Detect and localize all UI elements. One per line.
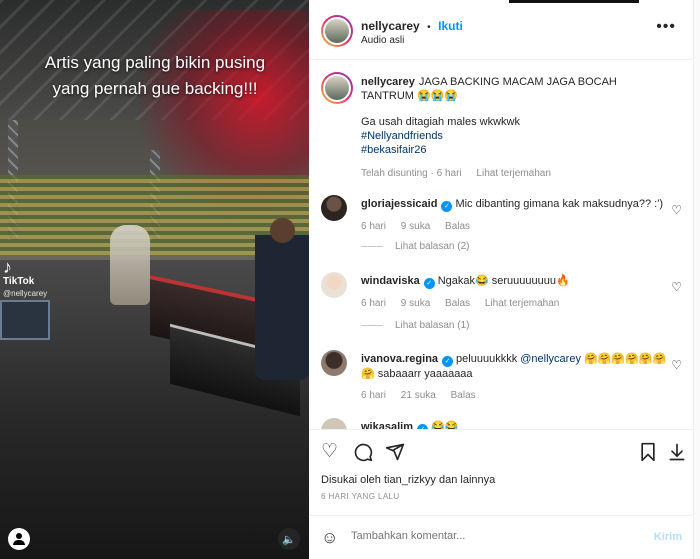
video-overlay-text: Artis yang paling bikin pusing yang pern… (44, 53, 266, 98)
author-avatar[interactable] (321, 15, 353, 47)
translate-link[interactable]: Lihat terjemahan (476, 168, 551, 179)
edited-label: Telah disunting · 6 hari (361, 168, 462, 179)
hashtag[interactable]: #Nellyandfriends (361, 129, 671, 143)
reply-button[interactable]: Balas (451, 390, 476, 401)
commenter-avatar[interactable] (321, 195, 347, 221)
view-replies-button[interactable]: Lihat balasan (1) (361, 320, 470, 331)
verified-icon: ✓ (442, 356, 454, 367)
tiktok-handle: @nellycarey (3, 289, 48, 298)
commenter-avatar[interactable] (321, 418, 347, 429)
comment-item: ivanova.regina ✓ peluuuukkkk @nellycarey 🤗… (321, 350, 686, 420)
verified-icon: ✓ (423, 278, 435, 289)
share-icon[interactable] (385, 442, 405, 467)
follow-button[interactable]: Ikuti (438, 19, 463, 33)
comment-text: peluuuukkkk (456, 353, 518, 365)
caption-line: Ga usah ditagiah males wkwkwk (361, 116, 520, 128)
comment-text: 😂😂 (430, 421, 459, 429)
like-comment-icon[interactable]: ♡ (671, 280, 682, 294)
comment-username[interactable]: wikasalim (361, 421, 413, 429)
speaker-icon[interactable]: 🔈 (278, 528, 300, 550)
verified-icon: ✓ (441, 201, 453, 212)
commenter-avatar[interactable] (321, 272, 347, 298)
post-video[interactable]: Artis yang paling bikin pusing yang pern… (0, 0, 309, 559)
post-date: 6 HARI YANG LALU (321, 492, 400, 501)
post-actions: ♡ Disukai oleh tian_rizkyy dan lainnya 6… (309, 429, 694, 509)
author-username[interactable]: nellycarey (361, 19, 420, 33)
comment-item: gloriajessicaid ✓ Mic dibanting gimana kak… (321, 195, 686, 265)
comment-text: Ngakak😂 seruuuuuuuu🔥 (437, 275, 570, 287)
commenter-avatar[interactable] (321, 350, 347, 376)
tiktok-logo-icon: ♪ (3, 257, 12, 277)
comment-input[interactable] (351, 530, 631, 542)
hashtag[interactable]: #bekasifair26 (361, 143, 671, 157)
audio-label[interactable]: Audio asli (361, 35, 404, 46)
more-icon[interactable]: ••• (656, 18, 676, 36)
keyboard-player (255, 210, 309, 380)
comment-username[interactable]: gloriajessicaid (361, 198, 437, 210)
caption-username[interactable]: nellycarey (361, 76, 415, 88)
like-comment-icon[interactable]: ♡ (671, 203, 682, 217)
equipment-case (0, 300, 50, 340)
save-icon[interactable] (639, 442, 657, 467)
likes-summary[interactable]: Disukai oleh tian_rizkyy dan lainnya (321, 474, 495, 486)
comment-item: windaviska ✓ Ngakak😂 seruuuuuuuu🔥 6 hari 9… (321, 272, 686, 342)
post-panel: nellycarey • Ikuti Audio asli ••• nellyc… (309, 0, 700, 559)
post-header: nellycarey • Ikuti Audio asli ••• (309, 0, 694, 60)
tiktok-watermark: ♪ TikTok @nellycarey (3, 258, 47, 298)
comment-username[interactable]: ivanova.regina (361, 353, 438, 365)
comments-list[interactable]: nellycarey JAGA BACKING MACAM JAGA BOCAH … (309, 60, 694, 429)
view-replies-button[interactable]: Lihat balasan (2) (361, 241, 470, 252)
tiktok-brand: TikTok (3, 276, 35, 287)
dot-separator: • (427, 22, 431, 33)
comment-username[interactable]: windaviska (361, 275, 420, 287)
comment-item: wikasalim✓😂😂 (321, 418, 686, 429)
like-icon[interactable]: ♡ (321, 442, 338, 462)
comment-text: Mic dibanting gimana kak maksudnya?? :') (455, 198, 663, 210)
comment-age: 6 hari (361, 221, 387, 232)
comment-icon[interactable] (353, 442, 373, 467)
emoji-icon[interactable]: ☺ (321, 528, 338, 548)
reply-button[interactable]: Balas (445, 298, 470, 309)
mention-link[interactable]: @nellycarey (520, 353, 581, 365)
caption: nellycarey JAGA BACKING MACAM JAGA BOCAH … (321, 72, 686, 182)
singer (110, 225, 150, 305)
comment-likes[interactable]: 9 suka (401, 298, 430, 309)
tagged-user-icon[interactable] (8, 528, 30, 550)
comment-age: 6 hari (361, 390, 387, 401)
comment-composer: ☺ Kirim (309, 515, 694, 559)
comment-age: 6 hari (361, 298, 387, 309)
download-icon[interactable] (667, 442, 687, 467)
comment-likes[interactable]: 21 suka (401, 390, 436, 401)
translate-link[interactable]: Lihat terjemahan (485, 298, 560, 309)
comment-likes[interactable]: 9 suka (401, 221, 430, 232)
like-comment-icon[interactable]: ♡ (671, 358, 682, 372)
author-avatar[interactable] (321, 72, 353, 104)
post-comment-button[interactable]: Kirim (654, 531, 682, 543)
reply-button[interactable]: Balas (445, 221, 470, 232)
